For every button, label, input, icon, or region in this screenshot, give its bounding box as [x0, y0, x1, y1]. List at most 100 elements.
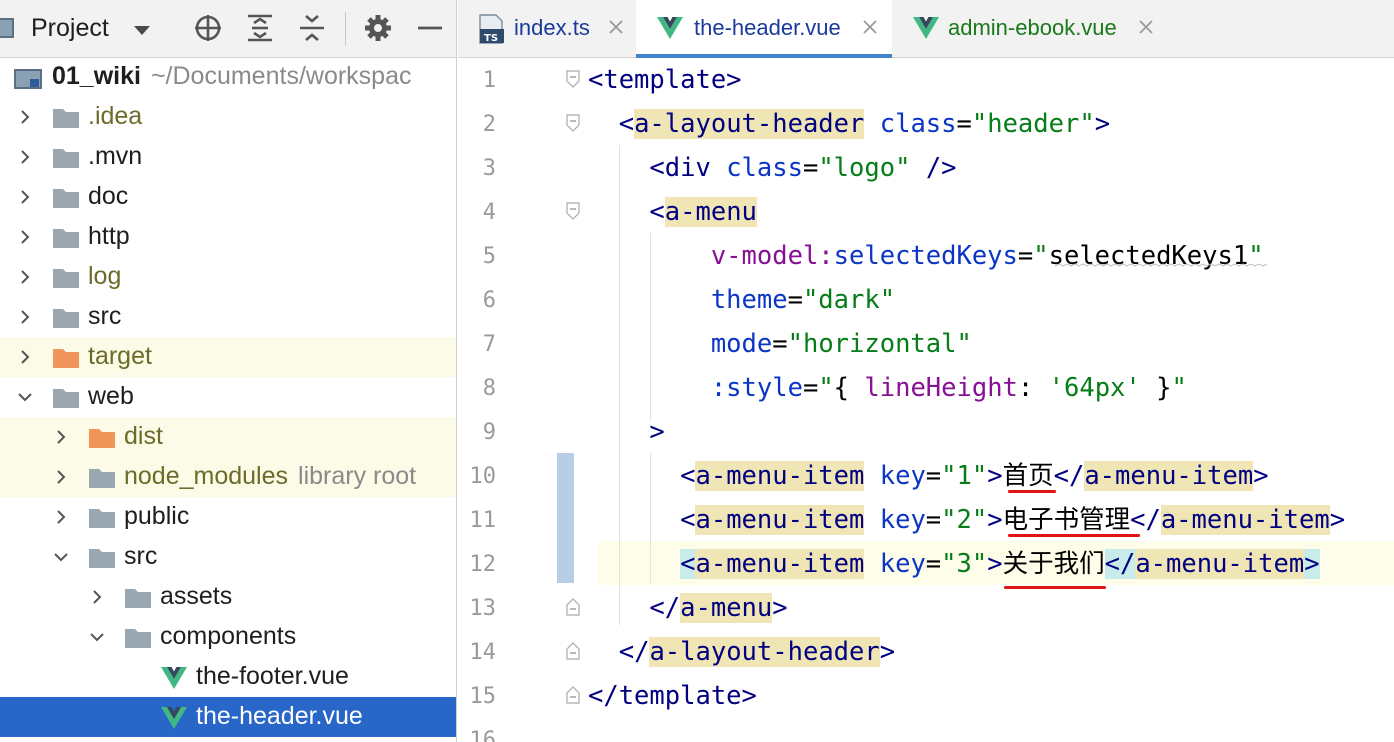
folder-icon	[125, 589, 151, 608]
vue-file-icon	[913, 17, 939, 39]
code-line-7: mode="horizontal"	[710, 329, 972, 359]
tree-item-01-wiki[interactable]: 01_wiki ~/Documents/workspac	[0, 57, 456, 97]
tab-label: the-header.vue	[694, 15, 841, 40]
tree-item-assets[interactable]: assets	[0, 577, 456, 617]
editor-tab-bar: TS index.ts the-header.vue admin-ebook.v…	[458, 0, 1394, 58]
tab-the-header-vue[interactable]: the-header.vue	[636, 0, 892, 58]
tree-item-public[interactable]: public	[0, 497, 456, 537]
folder-icon	[89, 509, 115, 528]
tree-item-label: src	[88, 302, 122, 330]
svg-text:TS: TS	[484, 33, 498, 44]
chevron-right-icon[interactable]	[16, 348, 34, 366]
collapse-all-icon[interactable]	[296, 12, 328, 44]
tree-item-target[interactable]: target	[0, 337, 456, 377]
gear-icon[interactable]	[362, 12, 394, 44]
tree-item-dist[interactable]: dist	[0, 417, 456, 457]
code-line-11: <a-menu-item key="2">电子书管理</a-menu-item>	[680, 505, 1346, 535]
folder-icon	[53, 389, 79, 408]
tree-item-label: public	[124, 502, 190, 530]
tree-item-the-header-vue[interactable]: the-header.vue	[0, 697, 456, 737]
project-toolbar: Project	[0, 0, 456, 58]
tree-item-web-src[interactable]: src	[0, 537, 456, 577]
code-line-1: <template>	[588, 65, 742, 95]
code-line-12: <a-menu-item key="3">关于我们</a-menu-item>	[680, 549, 1320, 579]
tree-item-node-modules[interactable]: node_modules library root	[0, 457, 456, 497]
tree-item-web[interactable]: web	[0, 377, 456, 417]
close-icon[interactable]	[1138, 19, 1154, 35]
excluded-folder-icon	[89, 429, 115, 448]
tree-item-components[interactable]: components	[0, 617, 456, 657]
chevron-right-icon[interactable]	[52, 428, 70, 446]
expand-all-icon[interactable]	[244, 12, 276, 44]
tree-item-label: src	[124, 542, 158, 570]
tree-item-log[interactable]: log	[0, 257, 456, 297]
minimize-icon[interactable]	[414, 12, 446, 44]
folder-icon	[53, 189, 79, 208]
chevron-right-icon[interactable]	[16, 228, 34, 246]
vue-file-icon	[657, 17, 683, 39]
chevron-down-icon[interactable]	[16, 388, 34, 406]
tree-item-the-footer-vue[interactable]: the-footer.vue	[0, 657, 456, 697]
annotation-underline	[1008, 534, 1140, 537]
tree-item-label: target	[88, 342, 152, 370]
code-line-14: </a-layout-header>	[618, 637, 896, 667]
chevron-right-icon[interactable]	[52, 468, 70, 486]
project-folder-icon	[0, 18, 14, 38]
tree-item-idea[interactable]: .idea	[0, 97, 456, 137]
folder-icon	[53, 109, 79, 128]
chevron-down-icon[interactable]	[52, 548, 70, 566]
tree-item-http[interactable]: http	[0, 217, 456, 257]
code-editor[interactable]: <template> <a-layout-header class="heade…	[458, 58, 1394, 742]
chevron-down-icon[interactable]	[134, 26, 150, 35]
chevron-right-icon[interactable]	[16, 108, 34, 126]
folder-icon	[53, 309, 79, 328]
code-line-13: </a-menu>	[649, 593, 788, 623]
tree-item-label: assets	[160, 582, 233, 610]
project-panel-title[interactable]: Project	[31, 14, 109, 43]
folder-icon	[89, 469, 115, 488]
tree-item-label: dist	[124, 422, 163, 450]
close-icon[interactable]	[608, 19, 624, 35]
code-line-3: <div class="logo" />	[649, 153, 957, 183]
tree-item-label: the-header.vue	[196, 702, 363, 730]
tree-item-label: doc	[88, 182, 129, 210]
chevron-right-icon[interactable]	[52, 508, 70, 526]
typo-squiggle	[1055, 263, 1268, 267]
locate-file-icon[interactable]	[192, 12, 224, 44]
tab-label: admin-ebook.vue	[948, 15, 1117, 40]
tree-item-mvn[interactable]: .mvn	[0, 137, 456, 177]
chevron-down-icon[interactable]	[88, 628, 106, 646]
folder-icon	[53, 229, 79, 248]
code-line-5: v-model:selectedKeys="selectedKeys1"	[710, 241, 1264, 271]
excluded-folder-icon	[53, 349, 79, 368]
code-line-15: </template>	[588, 681, 757, 711]
tree-item-label: 01_wiki ~/Documents/workspac	[52, 62, 412, 90]
vue-file-icon	[161, 707, 187, 729]
annotation-underline	[1004, 586, 1106, 589]
chevron-right-icon[interactable]	[88, 588, 106, 606]
tree-item-label: components	[160, 622, 297, 650]
tree-item-doc[interactable]: doc	[0, 177, 456, 217]
tab-index-ts[interactable]: TS index.ts	[458, 0, 634, 58]
folder-icon	[53, 149, 79, 168]
close-icon[interactable]	[862, 19, 878, 35]
tree-item-label: node_modules library root	[124, 462, 417, 490]
tab-admin-ebook-vue[interactable]: admin-ebook.vue	[894, 0, 1164, 58]
tree-item-label: .mvn	[88, 142, 143, 170]
folder-icon	[125, 629, 151, 648]
code-line-10: <a-menu-item key="1">首页</a-menu-item>	[680, 461, 1269, 491]
folder-icon	[53, 269, 79, 288]
chevron-right-icon[interactable]	[16, 308, 34, 326]
code-line-4: <a-menu	[649, 197, 757, 227]
chevron-right-icon[interactable]	[16, 188, 34, 206]
project-panel: Project 01_wiki ~/Documents/workspac .id…	[0, 0, 457, 742]
tab-label: index.ts	[514, 15, 590, 40]
annotation-underline	[1008, 490, 1056, 493]
tree-item-label: log	[88, 262, 122, 290]
chevron-right-icon[interactable]	[16, 268, 34, 286]
chevron-right-icon[interactable]	[16, 148, 34, 166]
toolbar-separator	[345, 12, 346, 46]
tree-item-src[interactable]: src	[0, 297, 456, 337]
module-folder-icon	[14, 69, 42, 89]
code-line-9: >	[649, 417, 665, 447]
